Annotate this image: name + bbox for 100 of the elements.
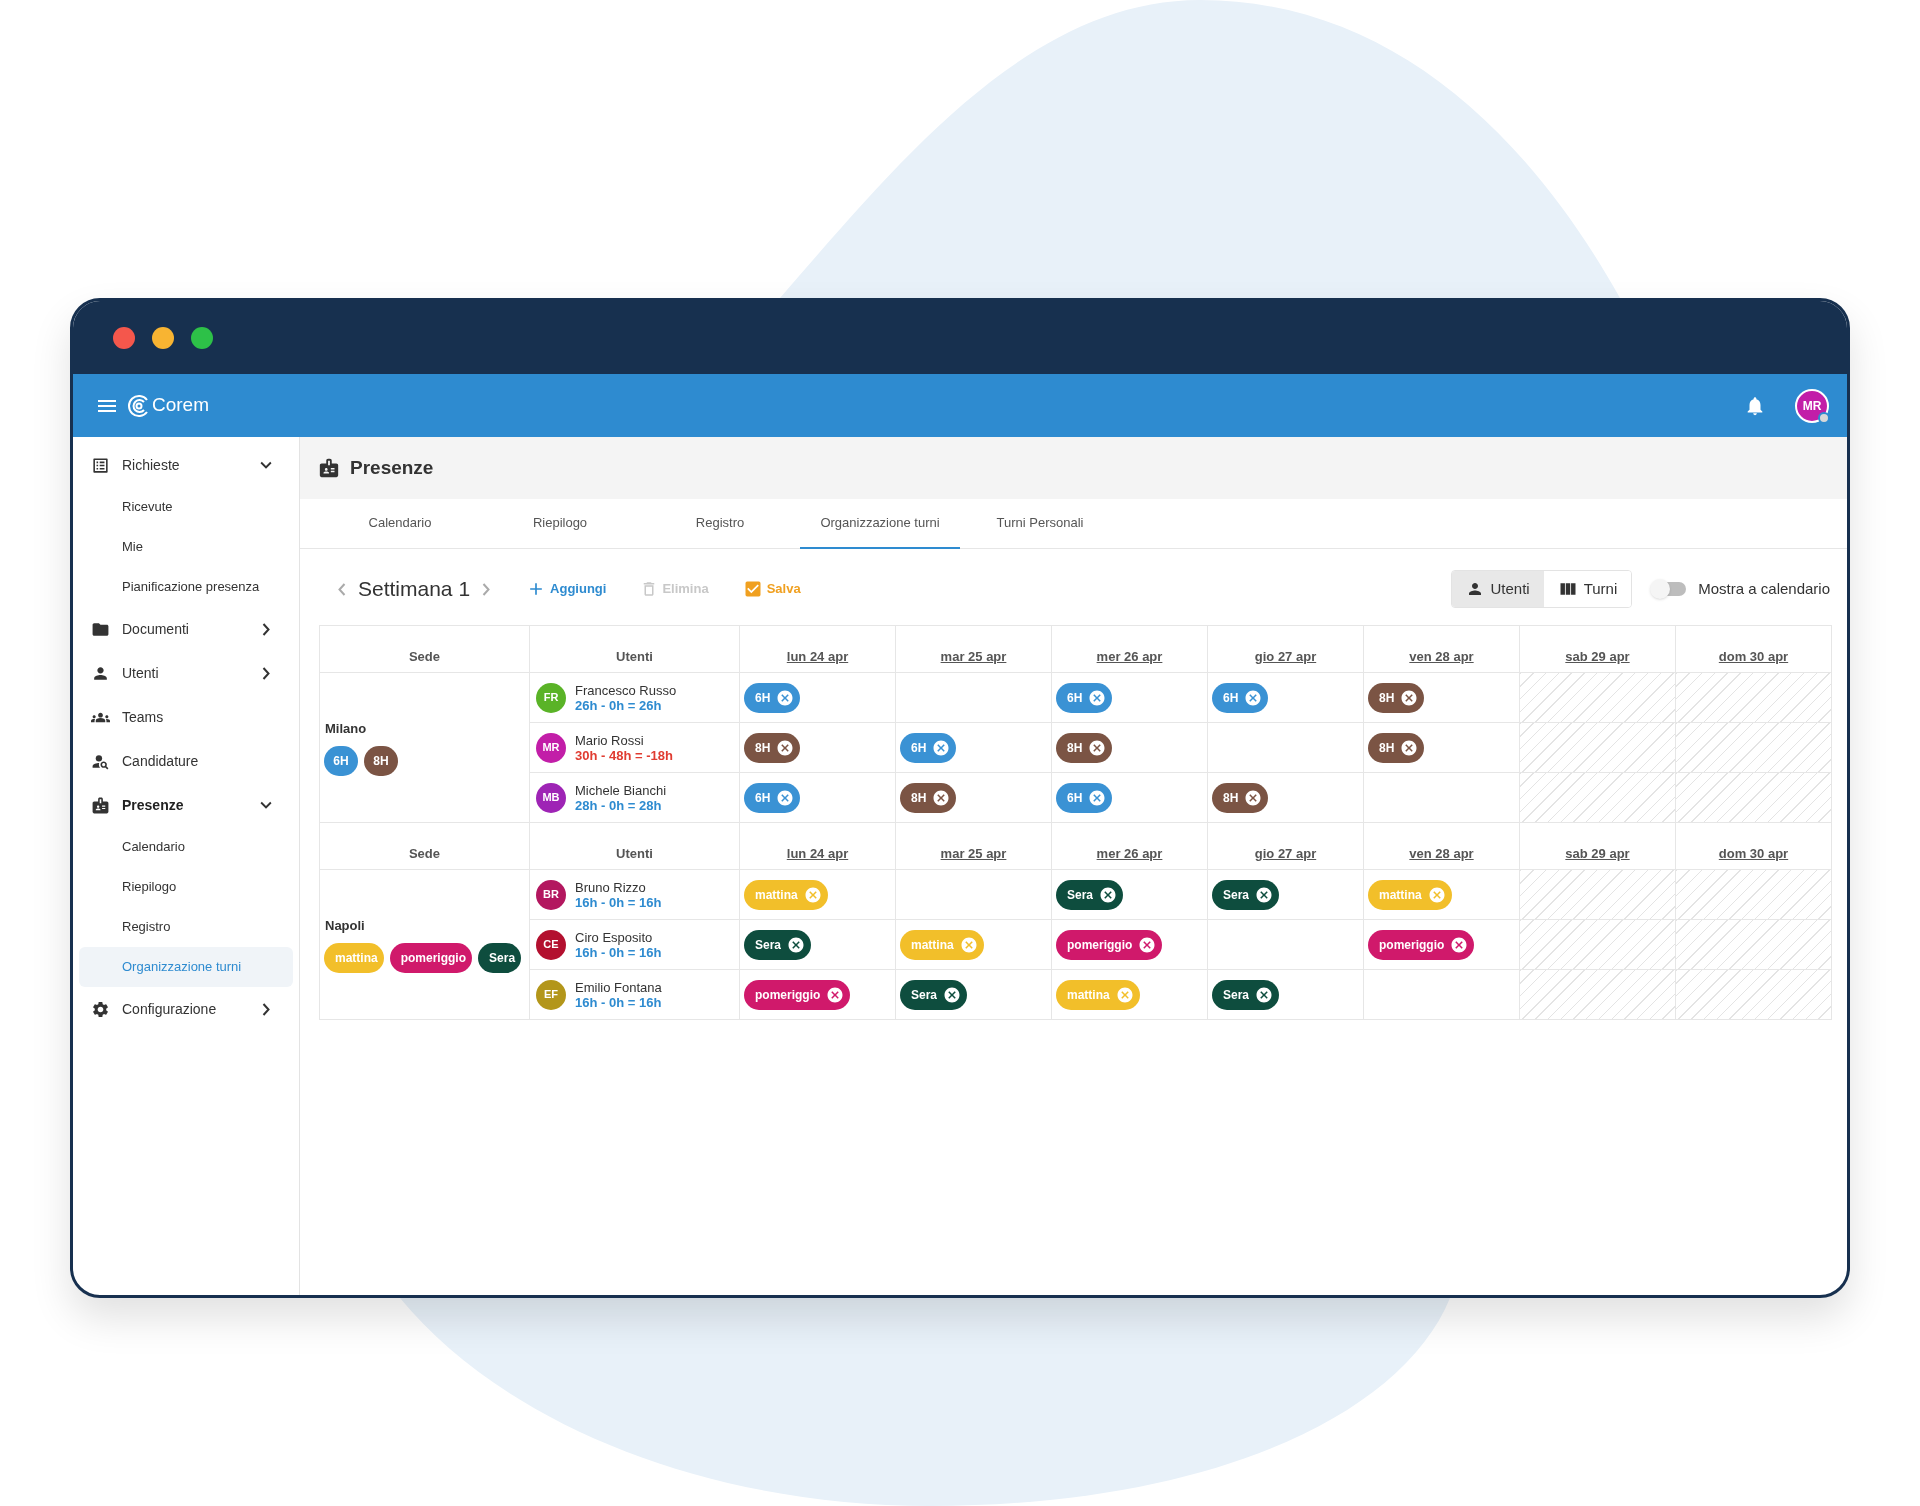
sidebar-subitem[interactable]: Ricevute [79,487,293,527]
day-header-link[interactable]: dom 30 apr [1718,843,1789,863]
sidebar-label: Utenti [122,663,160,683]
remove-button[interactable] [776,738,795,757]
empty-cell[interactable] [1208,920,1364,970]
remove-button[interactable] [1400,688,1419,707]
remove-button[interactable] [1255,885,1274,904]
badge-icon [91,795,110,815]
day-header-link[interactable]: mer 26 apr [1096,843,1163,863]
sidebar-item[interactable]: Configurazione [73,987,299,1031]
tab[interactable]: Calendario [320,499,480,549]
close-button[interactable] [113,326,135,349]
day-header-link[interactable]: sab 29 apr [1565,646,1630,666]
empty-cell[interactable] [896,673,1052,723]
sidebar-item[interactable]: Richieste [73,443,299,487]
remove-button[interactable] [826,985,845,1004]
user-avatar: BR [536,879,566,910]
sidebar-label: Documenti [122,619,190,639]
site-name: Napoli [324,916,366,935]
tab[interactable]: Riepilogo [480,499,640,549]
shift-label: mattina [755,886,798,904]
remove-button[interactable] [1138,935,1157,954]
remove-button[interactable] [1400,738,1419,757]
shift-label: Sera [1223,986,1250,1004]
sidebar-label: Presenze [122,795,185,815]
hours-balance: 30h - 48h = -18h [575,747,673,763]
tab[interactable]: Registro [640,499,800,549]
user-name: Mario Rossi [575,732,645,748]
view-toggle-button[interactable]: Utenti [1452,571,1544,607]
user-avatar: MB [536,782,566,813]
remove-button[interactable] [1099,885,1118,904]
tab[interactable]: Turni Personali [960,499,1120,549]
shift-label: Sera [755,936,782,954]
site-name: Milano [324,719,368,738]
user-avatar: CE [536,929,566,960]
shift-label: pomeriggio [1379,936,1445,954]
shift-label: pomeriggio [755,986,821,1004]
hours-balance: 28h - 0h = 28h [575,797,663,813]
day-header-link[interactable]: ven 28 apr [1409,843,1474,863]
day-header-link[interactable]: gio 27 apr [1254,843,1317,863]
remove-button[interactable] [932,788,951,807]
shift-label: mattina [1067,986,1110,1004]
empty-cell[interactable] [896,870,1052,920]
day-header-link[interactable]: mar 25 apr [940,843,1007,863]
sidebar-item[interactable]: Teams [73,695,299,739]
shift-label: 8H [1067,739,1083,757]
hours-balance: 16h - 0h = 16h [575,944,662,960]
sidebar-item[interactable]: Documenti [73,607,299,651]
sidebar-item[interactable]: Candidature [73,739,299,783]
empty-cell[interactable] [1208,723,1364,773]
user-name: Emilio Fontana [575,979,662,995]
maximize-button[interactable] [191,326,213,349]
hours-balance: 16h - 0h = 16h [575,894,662,910]
day-header-link[interactable]: mar 25 apr [940,646,1007,666]
remove-button[interactable] [1244,788,1263,807]
day-header-link[interactable]: sab 29 apr [1565,843,1630,863]
day-header-link[interactable]: gio 27 apr [1254,646,1317,666]
hours-balance: 16h - 0h = 16h [575,994,662,1010]
shift-label: mattina [911,936,954,954]
shift-label: Sera [489,950,516,968]
toggle-switch[interactable] [1652,582,1687,596]
add-button[interactable]: Aggiungi [526,579,607,599]
sidebar-subitem[interactable]: Riepilogo [79,867,293,907]
shift-label: mattina [335,950,378,968]
shift-label: 6H [1067,689,1083,707]
user-avatar[interactable]: MR [1795,388,1829,423]
day-header-link[interactable]: lun 24 apr [786,646,849,666]
sidebar-subitem[interactable]: Pianificazione presenza [79,567,293,607]
sidebar-item[interactable]: Utenti [73,651,299,695]
tab[interactable]: Organizzazione turni [800,499,960,549]
remove-button[interactable] [787,935,806,954]
remove-button[interactable] [943,985,962,1004]
chevron-left-icon [338,582,346,596]
remove-button[interactable] [1088,738,1107,757]
remove-button[interactable] [1450,935,1469,954]
minimize-button[interactable] [152,326,174,349]
shift-label: 8H [755,739,771,757]
remove-button[interactable] [1255,985,1274,1004]
shift-label: pomeriggio [1067,936,1133,954]
shift-label: 6H [1223,689,1239,707]
user-name: Francesco Russo [575,682,677,698]
page-title: Presenze [350,455,434,480]
user-name: Ciro Esposito [575,929,654,945]
sidebar-subitem[interactable]: Mie [79,527,293,567]
day-header-link[interactable]: mer 26 apr [1096,646,1163,666]
switch-label: Mostra a calendario [1698,578,1830,599]
shift-label: 6H [755,689,771,707]
shift-label: 8H [373,753,389,771]
day-header-link[interactable]: lun 24 apr [786,843,849,863]
shift-label: 8H [911,789,927,807]
sidebar-subitem[interactable]: Registro [79,907,293,947]
week-label: Settimana 1 [358,576,471,603]
sidebar-subitem[interactable]: Calendario [79,827,293,867]
shift-label: 8H [1379,739,1395,757]
chevron-right-icon [482,582,491,596]
day-header-link[interactable]: ven 28 apr [1409,646,1474,666]
sidebar-item[interactable]: Presenze [73,783,299,827]
day-header-link[interactable]: dom 30 apr [1718,646,1789,666]
shift-label: pomeriggio [400,950,467,968]
column-header: Sede [320,823,530,870]
